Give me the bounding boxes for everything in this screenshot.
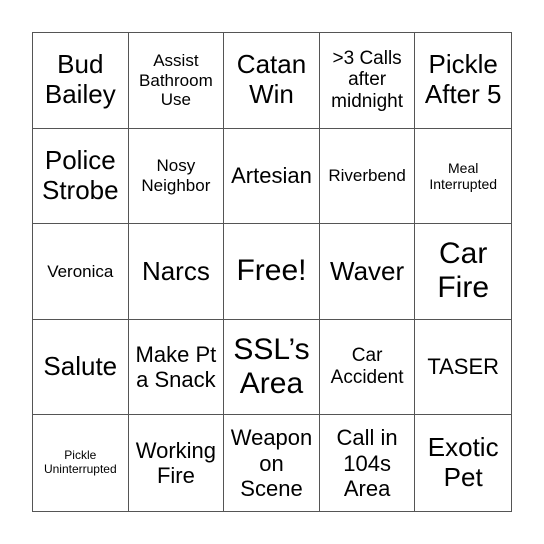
bingo-cell-label: Pickle Uninterrupted: [43, 448, 117, 477]
bingo-cell[interactable]: Waver: [319, 224, 416, 320]
bingo-cell-label: SSL’s Area: [233, 332, 310, 401]
bingo-cell-label: Working Fire: [135, 437, 217, 489]
bingo-cell[interactable]: Assist Bathroom Use: [128, 33, 225, 129]
bingo-cell[interactable]: Car Accident: [319, 319, 416, 416]
bingo-cell-label: Bud Bailey: [44, 49, 116, 110]
bingo-cell[interactable]: Working Fire: [129, 415, 225, 511]
bingo-cell-label: Catan Win: [236, 49, 307, 110]
bingo-board: Bud Bailey Assist Bathroom Use Catan Win >3…: [32, 32, 512, 512]
bingo-cell-label: Nosy Neighbor: [141, 156, 211, 195]
bingo-cell[interactable]: Veronica: [33, 224, 129, 320]
bingo-cell-label: Pickle After 5: [424, 49, 502, 110]
bingo-cell-label: Artesian: [231, 163, 312, 189]
bingo-cell[interactable]: TASER: [415, 320, 511, 416]
bingo-cell-label: Riverbend: [328, 166, 406, 186]
bingo-cell[interactable]: Free!: [224, 224, 320, 320]
bingo-cell[interactable]: Meal Interrupted: [415, 129, 511, 225]
bingo-cell-label: >3 Calls after midnight: [331, 47, 403, 113]
bingo-cell[interactable]: Nosy Neighbor: [128, 128, 225, 225]
bingo-cell[interactable]: Bud Bailey: [33, 33, 129, 129]
bingo-cell-label: Waver: [330, 255, 405, 286]
bingo-cell[interactable]: Make Pt a Snack: [128, 319, 225, 416]
bingo-cell-label: Meal Interrupted: [429, 159, 498, 192]
bingo-cell[interactable]: Pickle Uninterrupted: [33, 415, 129, 511]
bingo-cell[interactable]: Exotic Pet: [415, 415, 511, 511]
bingo-cell-label: Make Pt a Snack: [135, 341, 217, 393]
bingo-cell[interactable]: Artesian: [224, 128, 320, 225]
bingo-cell-label: Narcs: [141, 255, 210, 286]
bingo-cell-label: Assist Bathroom Use: [139, 50, 213, 110]
bingo-cell-label: Veronica: [47, 261, 114, 281]
bingo-cell-label: Car Accident: [330, 345, 404, 389]
bingo-cell[interactable]: Catan Win: [224, 33, 320, 129]
bingo-cell-label: Free!: [236, 254, 307, 288]
bingo-cell-label: Police Strobe: [41, 145, 119, 205]
bingo-cell[interactable]: Police Strobe: [33, 128, 129, 225]
bingo-cell[interactable]: Riverbend: [319, 128, 416, 225]
bingo-cell[interactable]: >3 Calls after midnight: [319, 33, 416, 129]
bingo-cell[interactable]: Salute: [33, 319, 129, 416]
bingo-cell-label: TASER: [427, 354, 500, 380]
bingo-cell[interactable]: Car Fire: [415, 224, 511, 320]
bingo-cell-label: Car Fire: [437, 236, 490, 305]
bingo-cell[interactable]: Narcs: [128, 224, 225, 320]
bingo-cell-label: Weapon on Scene: [230, 425, 313, 501]
bingo-cell[interactable]: Weapon on Scene: [224, 415, 320, 511]
bingo-cell-label: Call in 104s Area: [336, 425, 398, 501]
bingo-cell[interactable]: SSL’s Area: [224, 319, 320, 416]
bingo-cell[interactable]: Pickle After 5: [415, 33, 511, 129]
bingo-cell-label: Salute: [43, 351, 118, 382]
bingo-cell[interactable]: Call in 104s Area: [320, 415, 416, 511]
bingo-cell-label: Exotic Pet: [427, 432, 499, 493]
